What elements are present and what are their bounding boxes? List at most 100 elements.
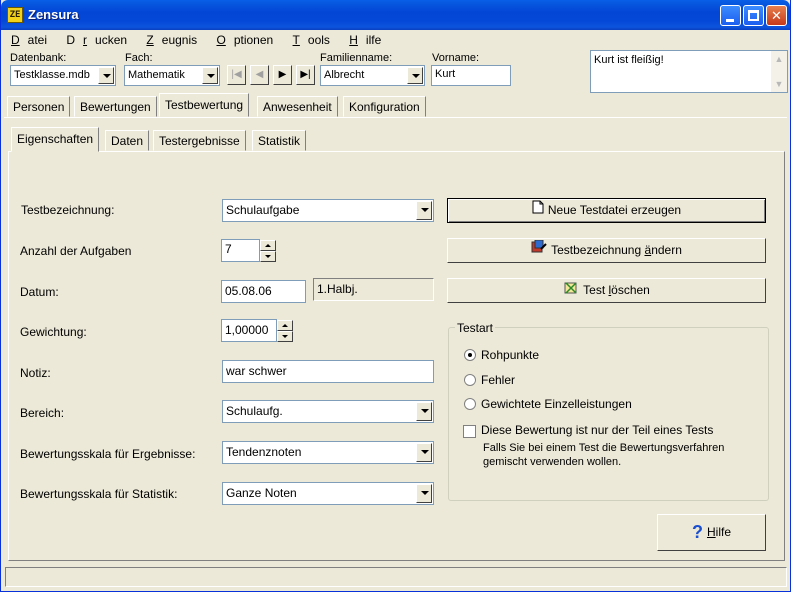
chevron-down-icon[interactable] [202,67,218,84]
note-value: war schwer [226,364,287,378]
tab-eigenschaften[interactable]: Eigenschaften [11,127,100,152]
delete-pre: Test [583,283,609,297]
test-name-value: Schulaufgabe [226,203,300,217]
scale-stats-label: Bewertungsskala für Statistik: [20,487,178,501]
tab-statistik[interactable]: Statistik [252,130,307,151]
subject-label: Fach: [125,52,153,64]
radio-fehler-label[interactable]: Fehler [481,373,515,387]
spin-down-icon[interactable] [260,251,276,262]
partial-test-checkbox[interactable] [463,425,476,438]
minimize-icon [726,19,734,22]
chevron-down-icon[interactable] [416,484,432,503]
area-label: Bereich: [20,406,65,420]
edit-icon [531,239,547,262]
semester-value: 1.Halbj. [317,282,358,296]
scroll-down-icon[interactable]: ▼ [773,78,785,90]
date-value: 05.08.06 [225,284,272,298]
delete-test-button[interactable]: Test löschen [447,278,766,303]
new-testfile-button[interactable]: Neue Testdatei erzeugen [447,198,766,223]
rename-test-button[interactable]: Testbezeichnung ändern [447,238,766,263]
test-name-label: Testbezeichnung: [21,203,115,217]
tasks-value: 7 [225,242,232,256]
tab-anwesenheit[interactable]: Anwesenheit [257,96,338,117]
scroll-up-icon[interactable]: ▲ [773,53,785,65]
area-value: Schulaufg. [226,404,283,418]
weight-value: 1,00000 [225,323,269,337]
tab-testergebnisse[interactable]: Testergebnisse [153,130,246,151]
db-value: Testklasse.mdb [14,69,90,81]
radio-gewichtete-label[interactable]: Gewichtete Einzelleistungen [481,397,632,411]
title-bar[interactable]: ZE Zensura ✕ [1,0,790,30]
radio-fehler[interactable] [464,374,476,386]
date-field[interactable]: 05.08.06 [221,280,306,303]
db-select[interactable]: Testklasse.mdb [10,65,116,86]
weight-label: Gewichtung: [20,325,87,339]
note-field[interactable]: war schwer [222,360,434,383]
tab-konfiguration[interactable]: Konfiguration [343,96,426,117]
next-record-button[interactable]: ▶ [273,65,292,85]
lastname-label: Familienname: [320,52,393,64]
previous-record-button[interactable]: ◀ [250,65,269,85]
help-accel: H [706,525,716,539]
app-icon: ZE [7,7,23,23]
window-title: Zensura [28,7,79,22]
help-button[interactable]: ? Hilfe [657,514,766,551]
tab-personen[interactable]: Personen [7,96,71,117]
lastname-select[interactable]: Albrecht [320,65,425,86]
test-name-select[interactable]: Schulaufgabe [222,199,434,222]
help-post: ilfe [715,525,731,539]
subject-value: Mathematik [128,69,185,81]
first-record-button[interactable]: |◀ [227,65,246,85]
note-label: Notiz: [20,366,51,380]
help-icon: ? [691,522,703,543]
chevron-down-icon[interactable] [98,67,114,84]
chevron-down-icon[interactable] [416,201,432,220]
menu-tools[interactable]: Tools [285,31,338,49]
maximize-icon [748,10,759,21]
chevron-down-icon[interactable] [416,443,432,462]
firstname-field[interactable]: Kurt [431,65,511,86]
tasks-field[interactable]: 7 [221,239,260,262]
scale-stats-select[interactable]: Ganze Noten [222,482,434,505]
comment-value: Kurt ist fleißig! [594,54,664,66]
menu-hilfe[interactable]: Hilfe [341,31,389,49]
last-record-button[interactable]: ▶| [296,65,315,85]
weight-field[interactable]: 1,00000 [221,319,277,342]
spin-down-icon[interactable] [277,331,293,342]
menu-zeugnis[interactable]: Zeugnis [138,31,205,49]
testart-title: Testart [455,321,496,335]
tasks-stepper[interactable] [260,240,276,262]
minimize-button[interactable] [720,5,741,26]
tab-testbewertung[interactable]: Testbewertung [159,93,250,117]
area-select[interactable]: Schulaufg. [222,400,434,423]
weight-stepper[interactable] [277,320,293,342]
spin-up-icon[interactable] [277,320,293,331]
scale-results-select[interactable]: Tendenznoten [222,441,434,464]
close-icon: ✕ [771,8,782,23]
date-label: Datum: [20,285,59,299]
delete-icon [563,279,579,302]
close-button[interactable]: ✕ [766,5,787,26]
tab-bewertungen[interactable]: Bewertungen [74,96,157,117]
tasks-label: Anzahl der Aufgaben [20,244,132,258]
subject-select[interactable]: Mathematik [124,65,220,86]
main-tab-divider [4,117,787,118]
memo-scrollbar[interactable]: ▲ ▼ [771,51,787,92]
spin-up-icon[interactable] [260,240,276,251]
radio-rohpunkte-label[interactable]: Rohpunkte [481,348,539,362]
chevron-down-icon[interactable] [407,67,423,84]
maximize-button[interactable] [743,5,764,26]
menu-optionen[interactable]: Optionen [208,31,281,49]
chevron-down-icon[interactable] [416,402,432,421]
semester-display: 1.Halbj. [313,278,434,301]
comment-memo[interactable]: Kurt ist fleißig! ▲ ▼ [590,50,788,93]
tab-daten[interactable]: Daten [105,130,150,151]
partial-test-label[interactable]: Diese Bewertung ist nur der Teil eines T… [481,423,713,437]
menu-datei[interactable]: Datei [3,31,55,49]
menu-drucken[interactable]: Dr ucken [58,31,135,49]
radio-rohpunkte[interactable] [464,349,476,361]
rename-pre: Testbezeichnung [551,243,645,257]
rename-post: ndern [651,243,682,257]
lastname-value: Albrecht [324,69,365,81]
radio-gewichtete[interactable] [464,398,476,410]
